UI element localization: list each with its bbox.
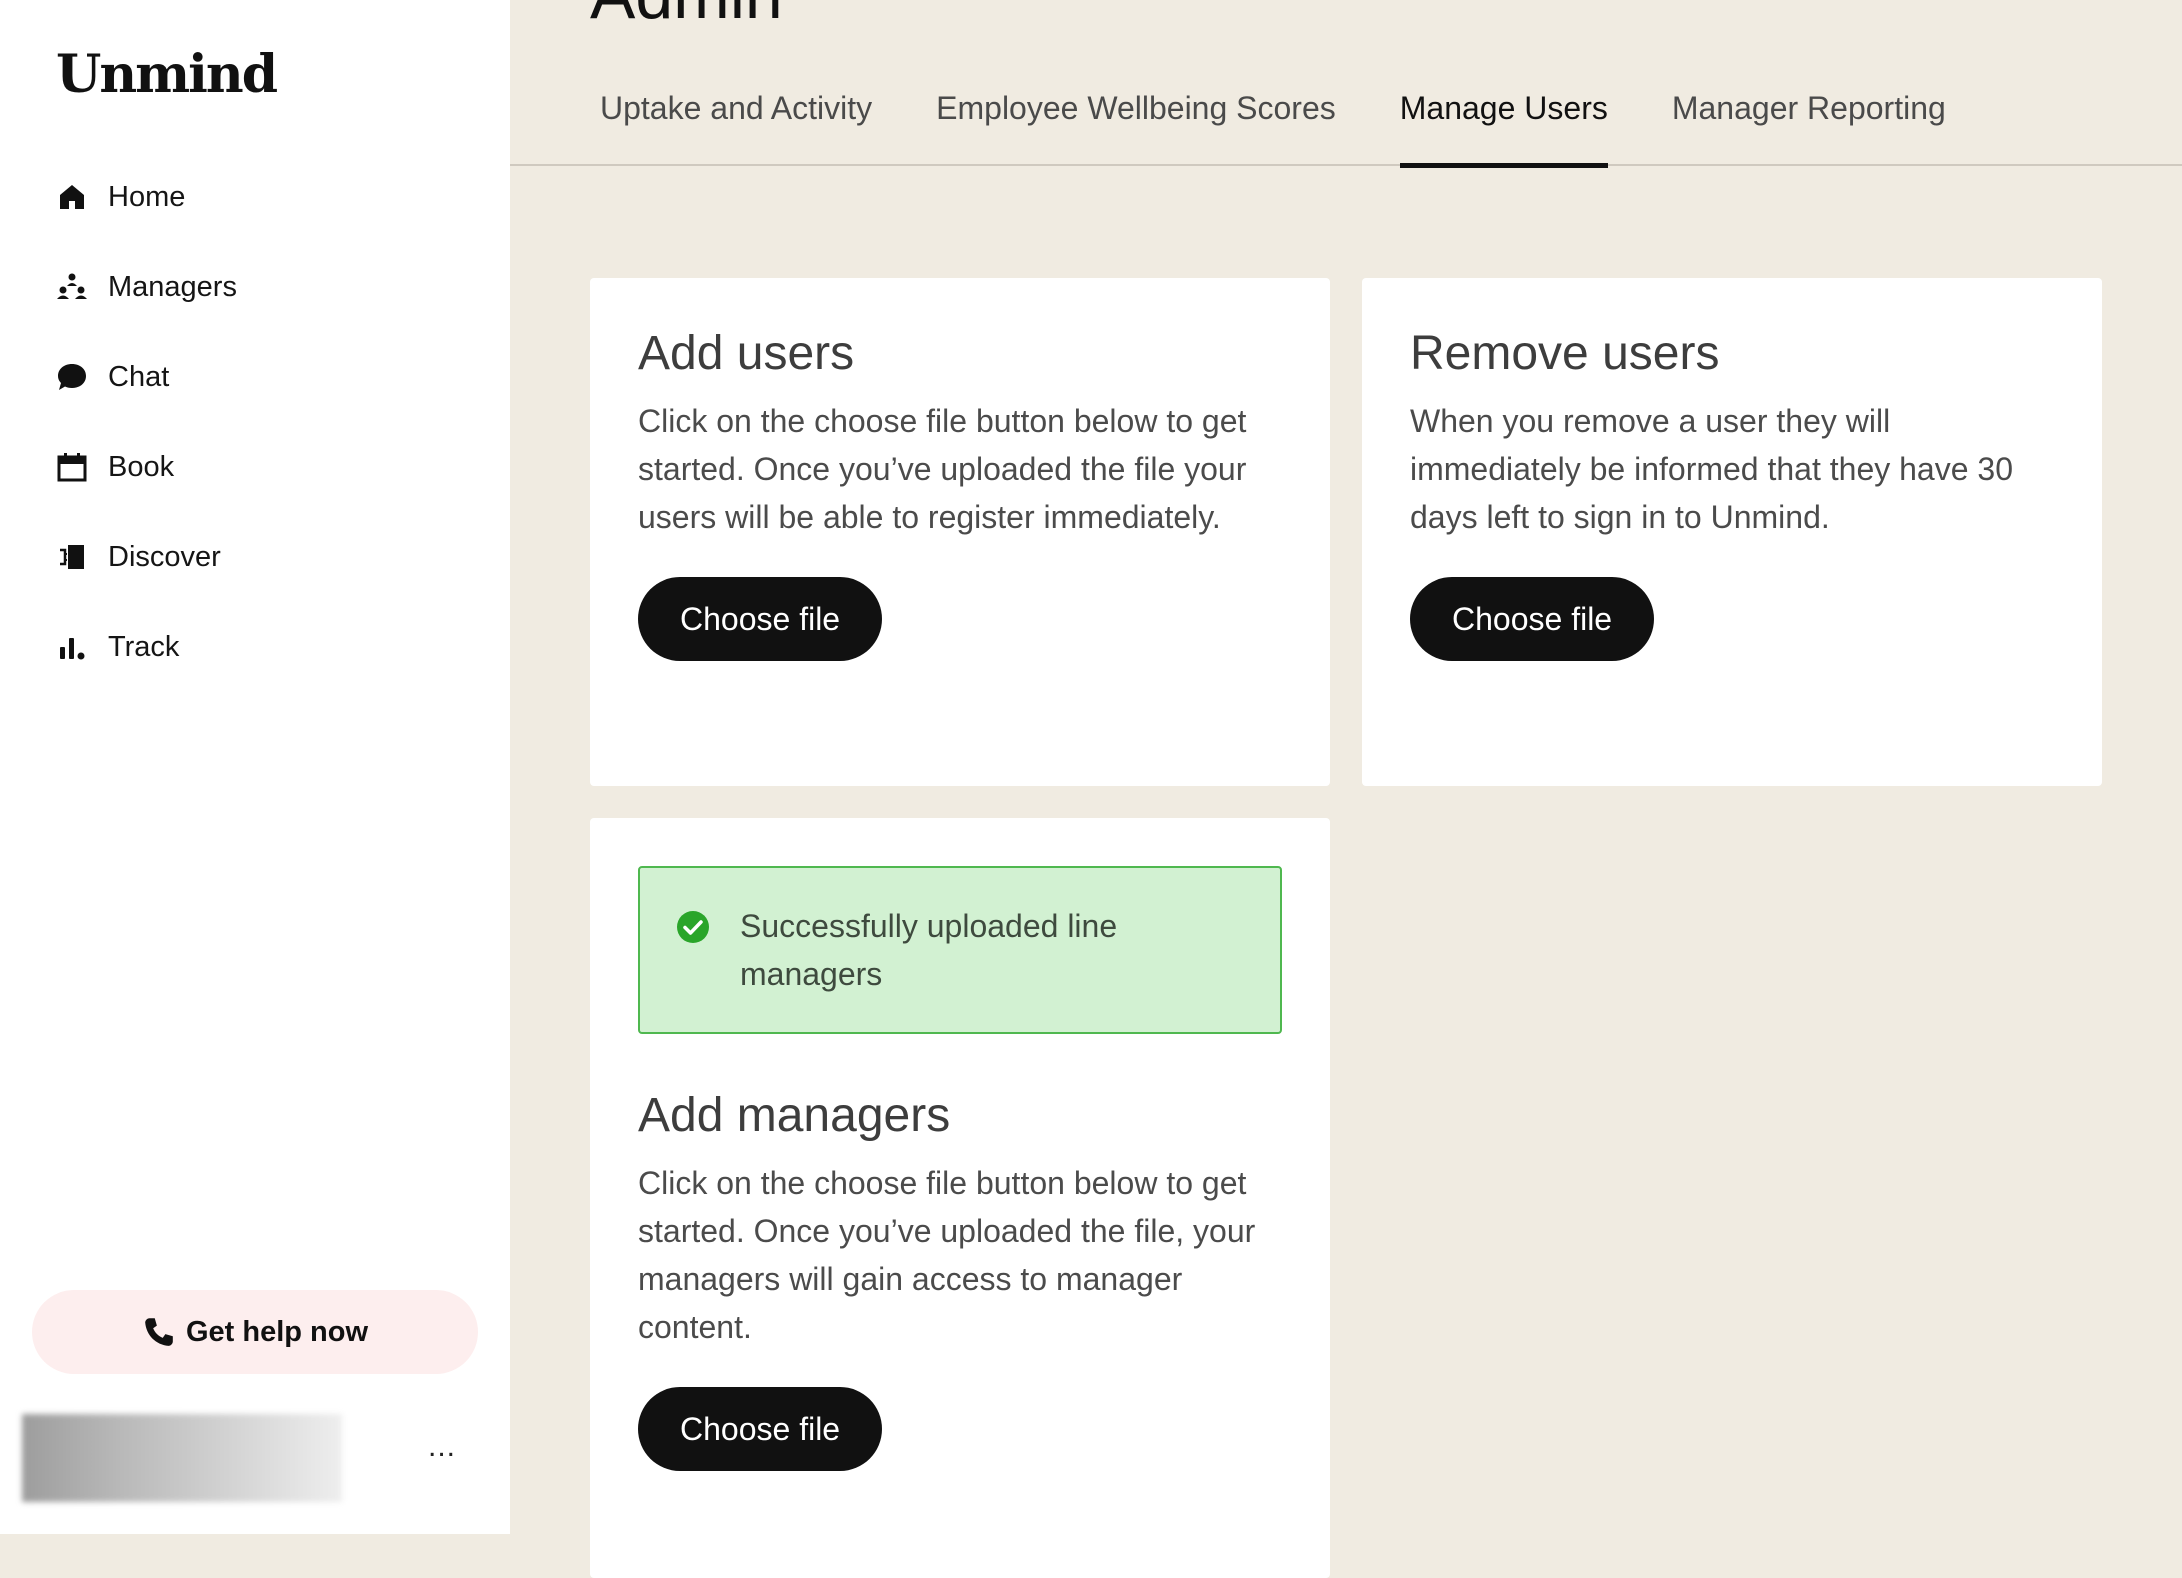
admin-tabs: Uptake and Activity Employee Wellbeing S… xyxy=(510,72,2182,168)
sidebar-item-label: Managers xyxy=(108,270,237,303)
remove-users-card: Remove users When you remove a user they… xyxy=(1362,278,2102,786)
get-help-now-label: Get help now xyxy=(185,1315,369,1348)
page-title: Admin xyxy=(590,0,783,34)
discover-icon xyxy=(56,541,88,573)
tab-uptake-and-activity[interactable]: Uptake and Activity xyxy=(600,72,872,166)
sidebar: Unmind Home Managers Chat Book Discover … xyxy=(0,0,510,1534)
sidebar-item-book[interactable]: Book xyxy=(56,422,237,512)
add-users-title: Add users xyxy=(638,327,855,380)
add-managers-choose-file-button[interactable]: Choose file xyxy=(638,1387,883,1471)
remove-users-description: When you remove a user they will immedia… xyxy=(1410,403,2013,535)
sidebar-item-label: Home xyxy=(108,180,186,213)
phone-icon xyxy=(145,1318,173,1346)
success-alert: Successfully uploaded line managers xyxy=(638,866,1282,1034)
success-alert-text: Successfully uploaded line managers xyxy=(740,908,1118,992)
managers-icon xyxy=(56,271,88,303)
bar-chart-icon xyxy=(56,631,88,663)
sidebar-item-chat[interactable]: Chat xyxy=(56,332,237,422)
sidebar-item-label: Track xyxy=(108,630,180,663)
remove-users-choose-file-button[interactable]: Choose file xyxy=(1410,577,1655,661)
sidebar-item-label: Discover xyxy=(108,540,221,573)
sidebar-item-track[interactable]: Track xyxy=(56,602,237,692)
unmind-logo[interactable]: Unmind xyxy=(56,44,278,105)
tab-manager-reporting[interactable]: Manager Reporting xyxy=(1672,72,1946,166)
add-managers-description: Click on the choose file button below to… xyxy=(638,1165,1256,1345)
get-help-now-button[interactable]: Get help now xyxy=(32,1290,478,1374)
add-managers-card: Successfully uploaded line managers Add … xyxy=(590,818,1330,1578)
calendar-icon xyxy=(56,451,88,483)
add-managers-title: Add managers xyxy=(638,1089,951,1142)
add-users-description: Click on the choose file button below to… xyxy=(638,403,1247,535)
sidebar-item-home[interactable]: Home xyxy=(56,152,237,242)
sidebar-item-label: Chat xyxy=(108,360,170,393)
sidebar-item-label: Book xyxy=(108,450,175,483)
chat-icon xyxy=(56,361,88,393)
more-options-button[interactable]: ... xyxy=(420,1432,464,1472)
add-users-card: Add users Click on the choose file butto… xyxy=(590,278,1330,786)
tab-employee-wellbeing-scores[interactable]: Employee Wellbeing Scores xyxy=(936,72,1336,166)
tab-manage-users[interactable]: Manage Users xyxy=(1399,72,1608,168)
check-circle-icon xyxy=(677,911,709,943)
sidebar-item-discover[interactable]: Discover xyxy=(56,512,237,602)
main-content: Admin Uptake and Activity Employee Wellb… xyxy=(510,0,2182,1578)
add-users-choose-file-button[interactable]: Choose file xyxy=(638,577,883,661)
sidebar-item-managers[interactable]: Managers xyxy=(56,242,237,332)
sidebar-nav: Home Managers Chat Book Discover Track xyxy=(56,152,237,692)
remove-users-title: Remove users xyxy=(1410,327,1720,380)
user-profile-blurred[interactable] xyxy=(22,1414,342,1502)
home-icon xyxy=(56,181,88,213)
